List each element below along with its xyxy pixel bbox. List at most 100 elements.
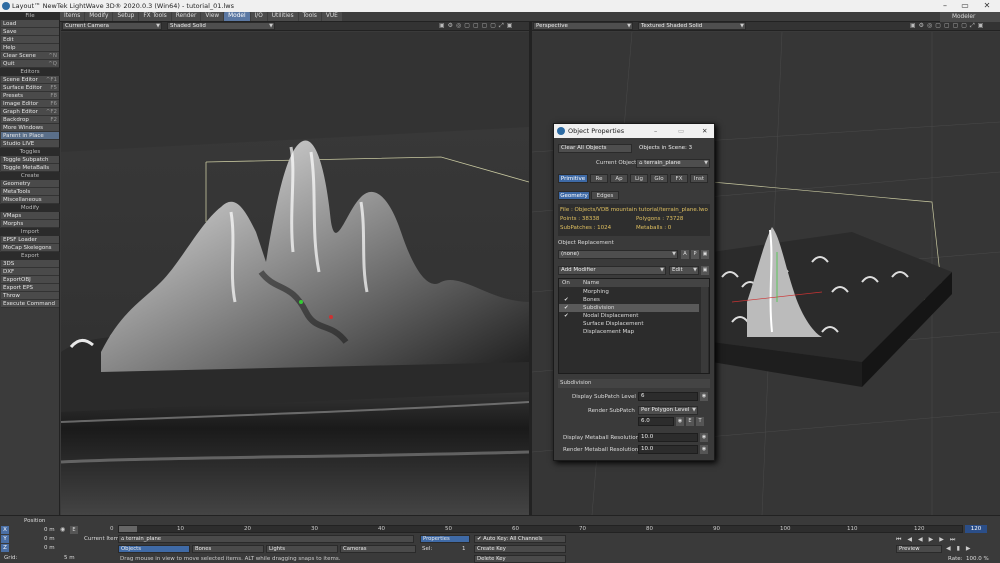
sidebar-item-mocap-skelegons[interactable]: MoCap Skelegons	[1, 244, 59, 252]
sidebar-item-surface-editor[interactable]: Surface Editor F5	[1, 84, 59, 92]
modifier-row[interactable]: Surface Displacement	[559, 320, 699, 328]
menu-tab-model[interactable]: Model	[224, 12, 250, 21]
menu-tab-i-o[interactable]: I/O	[250, 12, 267, 21]
timeline-handle[interactable]	[119, 526, 137, 532]
close-icon[interactable]: ✕	[702, 124, 707, 138]
modifier-list[interactable]: On Name Morphing ✔ Bones ✔ Subdivision ✔ Nodal…	[558, 278, 710, 374]
sidebar-item-metatools[interactable]: MetaTools	[1, 188, 59, 196]
subtab-edges[interactable]: Edges	[591, 191, 619, 200]
sidebar-item-load[interactable]: Load	[1, 20, 59, 28]
sidebar-item-dxf[interactable]: DXF	[1, 268, 59, 276]
autokey-select[interactable]: ✔ Auto Key: All Channels	[474, 535, 566, 543]
modifier-row[interactable]: ✔ Nodal Displacement	[559, 312, 699, 320]
eye-icon[interactable]: ◉	[60, 526, 68, 534]
modifier-enabled-check[interactable]: ✔	[564, 312, 569, 320]
sidebar-item-backdrop[interactable]: Backdrop F2	[1, 116, 59, 124]
sidebar-item-toggle-subpatch[interactable]: Toggle Subpatch	[1, 156, 59, 164]
sidebar-item-execute-command[interactable]: Execute Command	[1, 300, 59, 308]
tab-re[interactable]: Re	[590, 174, 608, 183]
maximize-icon[interactable]: ▭	[678, 124, 684, 138]
sidebar-item-vmaps[interactable]: VMaps	[1, 212, 59, 220]
modifier-row[interactable]: Displacement Map	[559, 328, 699, 336]
envelope-icon[interactable]: ◉	[700, 445, 708, 454]
camera-select[interactable]: Current Camera ▼	[62, 22, 162, 30]
sidebar-item-epsf-loader[interactable]: EPSF Loader	[1, 236, 59, 244]
sidebar-item-edit[interactable]: Edit	[1, 36, 59, 44]
sidebar-item-geometry[interactable]: Geometry	[1, 180, 59, 188]
z-axis-button[interactable]: Z	[1, 544, 9, 552]
sidebar-item-quit[interactable]: Quit ^Q	[1, 60, 59, 68]
modifier-scrollbar[interactable]	[701, 287, 708, 373]
z-value[interactable]: 0 m	[44, 545, 55, 551]
preview-select[interactable]: Preview	[896, 545, 942, 553]
menu-tab-items[interactable]: Items	[60, 12, 85, 21]
sidebar-item-graph-editor[interactable]: Graph Editor ^F2	[1, 108, 59, 116]
y-axis-button[interactable]: Y	[1, 535, 9, 543]
add-modifier-select[interactable]: Add Modifier ▼	[558, 266, 666, 275]
menu-tab-setup[interactable]: Setup	[113, 12, 139, 21]
current-item-select[interactable]: ⌂ terrain_plane	[118, 535, 414, 543]
t-button[interactable]: T	[696, 417, 704, 426]
modifier-enabled-check[interactable]: ✔	[564, 296, 569, 304]
viewport-camera[interactable]	[61, 32, 529, 515]
tab-glo[interactable]: Glo	[650, 174, 668, 183]
menu-tab-render[interactable]: Render	[171, 12, 201, 21]
objects-button[interactable]: Objects	[118, 545, 190, 553]
edit-select[interactable]: Edit ▼	[669, 266, 699, 275]
properties-button[interactable]: Properties	[420, 535, 470, 543]
tab-fx[interactable]: FX	[670, 174, 688, 183]
display-metaball-field[interactable]: 10.0	[638, 433, 698, 442]
minimize-icon[interactable]: –	[940, 1, 950, 11]
sidebar-item-throw[interactable]: Throw	[1, 292, 59, 300]
current-object-select[interactable]: ⌂ terrain_plane ▼	[636, 159, 710, 168]
render-subpatch-select[interactable]: Per Polygon Level ▼	[638, 406, 698, 415]
tab-lig[interactable]: Lig	[630, 174, 648, 183]
sidebar-item-scene-editor[interactable]: Scene Editor ^F1	[1, 76, 59, 84]
modifier-row[interactable]: ✔ Subdivision	[559, 304, 699, 312]
envelope-icon[interactable]: ◉	[700, 392, 708, 401]
menu-tab-fx-tools[interactable]: FX Tools	[139, 12, 171, 21]
sidebar-item-morphs[interactable]: Morphs	[1, 220, 59, 228]
cameras-button[interactable]: Cameras	[340, 545, 416, 553]
view-select[interactable]: Perspective ▼	[533, 22, 633, 30]
sidebar-item-studio-live[interactable]: Studio LIVE	[1, 140, 59, 148]
object-replacement-select[interactable]: (none) ▼	[558, 250, 678, 259]
playback-controls[interactable]: ⏮◀◀▶▶⏭	[896, 536, 996, 544]
sidebar-item-help[interactable]: Help	[1, 44, 59, 52]
replacement-a-button[interactable]: A	[681, 250, 689, 259]
shading-select-right[interactable]: Textured Shaded Solid ▼	[638, 22, 746, 30]
sidebar-item-3ds[interactable]: 3DS	[1, 260, 59, 268]
minimize-icon[interactable]: –	[654, 124, 657, 138]
sidebar-item-exportobj[interactable]: ExportOBJ	[1, 276, 59, 284]
clear-all-objects-button[interactable]: Clear All Objects	[558, 144, 632, 153]
sidebar-item-toggle-metaballs[interactable]: Toggle MetaBalls	[1, 164, 59, 172]
sidebar-item-export-eps[interactable]: Export EPS	[1, 284, 59, 292]
replacement-p-button[interactable]: P	[691, 250, 699, 259]
sidebar-item-save[interactable]: Save	[1, 28, 59, 36]
x-value[interactable]: 0 m	[44, 527, 55, 533]
bones-button[interactable]: Bones	[192, 545, 264, 553]
sidebar-item-presets[interactable]: Presets F8	[1, 92, 59, 100]
viewport-icons[interactable]: ▣⚙◎▢▢▢▢⤢▣	[439, 22, 515, 30]
sidebar-item-parent-in-place[interactable]: Parent in Place	[1, 132, 59, 140]
tab-primitive[interactable]: Primitive	[558, 174, 588, 183]
x-axis-button[interactable]: X	[1, 526, 9, 534]
display-subpatch-field[interactable]: 6	[638, 392, 698, 401]
close-icon[interactable]: ✕	[982, 1, 992, 11]
menu-tab-utilities[interactable]: Utilities	[267, 12, 298, 21]
shading-select[interactable]: Shaded Solid ▼	[167, 22, 275, 30]
menu-tab-tools[interactable]: Tools	[298, 12, 321, 21]
save-icon[interactable]: ▣	[701, 266, 709, 275]
lights-button[interactable]: Lights	[266, 545, 338, 553]
modifier-row[interactable]: Morphing	[559, 288, 699, 296]
menu-tab-vue[interactable]: VUE	[321, 12, 342, 21]
subtab-geometry[interactable]: Geometry	[558, 191, 590, 200]
e-button[interactable]: E	[70, 526, 78, 534]
sidebar-item-clear-scene[interactable]: Clear Scene ^N	[1, 52, 59, 60]
render-subpatch-value[interactable]: 6.0	[638, 417, 674, 426]
rate-value[interactable]: 100.0 %	[966, 556, 989, 562]
dialog-title-bar[interactable]: Object Properties – ▭ ✕	[554, 124, 714, 138]
viewport-icons-right[interactable]: ▣⚙◎▢▢▢▢⤢▣	[910, 22, 986, 30]
save-icon[interactable]: ▣	[701, 250, 709, 259]
create-key-button[interactable]: Create Key	[474, 545, 566, 553]
